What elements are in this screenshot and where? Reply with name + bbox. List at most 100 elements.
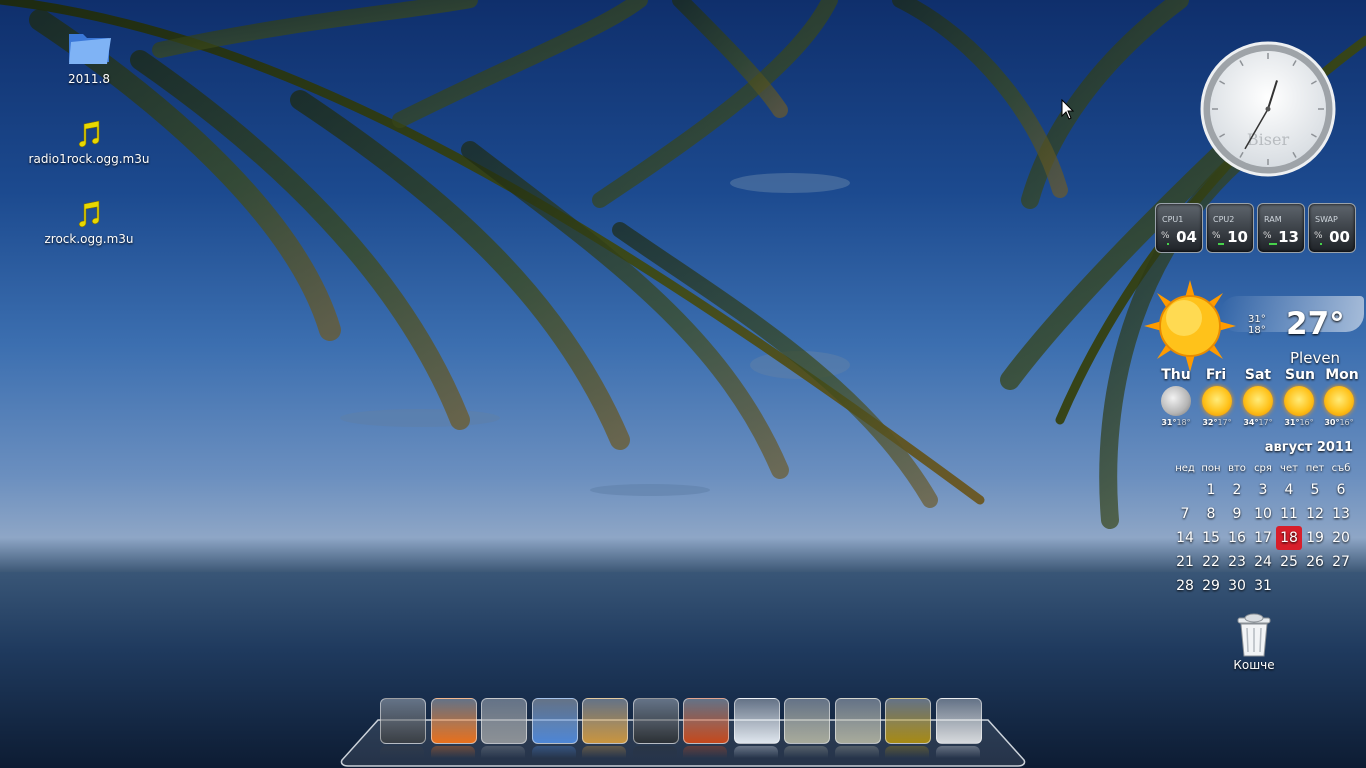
calendar-day[interactable]: 14 <box>1172 526 1198 550</box>
calendar-day[interactable] <box>1328 574 1354 598</box>
calendar-day[interactable] <box>1276 574 1302 598</box>
window-list-icon[interactable] <box>632 698 679 744</box>
meter-cpu1[interactable]: CPU1 % 04 <box>1155 203 1203 253</box>
calendar-weekday: пет <box>1305 463 1325 474</box>
paint-palette-icon[interactable] <box>582 698 628 744</box>
forecast-low: 17° <box>1258 418 1273 427</box>
calendar-week-row: 7 8 9 10 11 12 13 <box>1172 502 1358 526</box>
calendar-weekday: пон <box>1201 463 1221 474</box>
weather-widget[interactable]: 31° 18° 27° Pleven Thu Fri Sat Sun Mon 3… <box>1140 280 1364 440</box>
forecast-low: 17° <box>1217 418 1232 427</box>
calendar-day[interactable]: 9 <box>1224 502 1250 526</box>
calendar-day[interactable]: 16 <box>1224 526 1250 550</box>
desktop-icon-playlist-zrock[interactable]: zrock.ogg.m3u <box>24 198 154 246</box>
dock-icon-reflection <box>733 746 778 758</box>
firefox-icon[interactable] <box>430 698 477 744</box>
calendar-day[interactable]: 17 <box>1250 526 1276 550</box>
forecast-high: 32° <box>1202 418 1218 427</box>
forecast-high: 30° <box>1324 418 1340 427</box>
trash-icon <box>1237 613 1271 657</box>
calendar-day[interactable]: 4 <box>1276 478 1302 502</box>
meter-bar <box>1167 243 1169 245</box>
calendar-day[interactable]: 1 <box>1198 478 1224 502</box>
forecast-low: 18° <box>1176 418 1191 427</box>
calendar-weekday: нед <box>1175 463 1195 474</box>
calendar-day[interactable]: 11 <box>1276 502 1302 526</box>
dock-icon-reflection <box>531 746 576 758</box>
meter-value: 00 <box>1329 228 1350 246</box>
calendar-day[interactable]: 29 <box>1198 574 1224 598</box>
system-monitor-icon[interactable] <box>733 698 780 744</box>
calendar-day[interactable]: 26 <box>1302 550 1328 574</box>
calendar-day[interactable]: 31 <box>1250 574 1276 598</box>
calendar-weekday: чет <box>1280 463 1298 474</box>
meter-cpu2[interactable]: CPU2 % 10 <box>1206 203 1254 253</box>
calendar-weekday-row: нед пон вто сря чет пет съб <box>1172 460 1358 478</box>
calendar-day[interactable] <box>1172 478 1198 502</box>
pidgin-icon[interactable] <box>531 698 578 744</box>
calendar-day[interactable]: 2 <box>1224 478 1250 502</box>
calendar-day[interactable]: 3 <box>1250 478 1276 502</box>
calendar-day[interactable]: 12 <box>1302 502 1328 526</box>
forecast-low: 16° <box>1299 418 1314 427</box>
forecast-range: 32°17° <box>1194 418 1240 427</box>
forecast-high: 31° <box>1161 418 1177 427</box>
weather-current-temp: 27° <box>1286 306 1345 342</box>
meter-label: CPU1 <box>1162 215 1184 224</box>
weather-city: Pleven <box>1290 349 1341 367</box>
calendar-widget[interactable]: август 2011 нед пон вто сря чет пет съб … <box>1172 440 1358 598</box>
downloads-folder-icon[interactable] <box>834 698 881 744</box>
sun-icon <box>1324 386 1354 416</box>
calendar-day[interactable]: 28 <box>1172 574 1198 598</box>
ubuntu-software-icon[interactable] <box>683 698 729 744</box>
calendar-day[interactable]: 20 <box>1328 526 1354 550</box>
calendar-day[interactable]: 23 <box>1224 550 1250 574</box>
calendar-day[interactable]: 19 <box>1302 526 1328 550</box>
calendar-day[interactable]: 15 <box>1198 526 1224 550</box>
meter-bar <box>1320 243 1322 245</box>
calendar-day[interactable]: 30 <box>1224 574 1250 598</box>
image-viewer-icon[interactable] <box>885 698 931 744</box>
meter-value: 10 <box>1227 228 1248 246</box>
calendar-day[interactable]: 27 <box>1328 550 1354 574</box>
calendar-day[interactable]: 10 <box>1250 502 1276 526</box>
analog-clock-widget[interactable]: Biser <box>1200 41 1336 177</box>
calendar-day[interactable]: 24 <box>1250 550 1276 574</box>
dock-icon-reflection <box>632 746 677 758</box>
calendar-week-row: 1 2 3 4 5 6 <box>1172 478 1358 502</box>
calendar-day[interactable]: 7 <box>1172 502 1198 526</box>
desktop-icon-folder[interactable]: 2011.8 <box>24 22 154 86</box>
power-icon[interactable] <box>935 698 982 744</box>
meter-ram[interactable]: RAM % 13 <box>1257 203 1305 253</box>
forecast-high: 34° <box>1243 418 1259 427</box>
calendar-week-row: 21 22 23 24 25 26 27 <box>1172 550 1358 574</box>
forecast-low: 16° <box>1339 418 1354 427</box>
calendar-day[interactable] <box>1302 574 1328 598</box>
trash-icon-desktop[interactable]: Кошче <box>1214 612 1294 672</box>
terminal-icon[interactable] <box>380 698 426 744</box>
forecast-day: Sun <box>1284 367 1316 383</box>
calendar-day[interactable]: 6 <box>1328 478 1354 502</box>
sun-icon <box>1144 280 1236 372</box>
meter-bar <box>1269 243 1277 245</box>
calendar-day[interactable]: 13 <box>1328 502 1354 526</box>
calendar-day[interactable]: 25 <box>1276 550 1302 574</box>
calendar-day[interactable]: 18 <box>1276 526 1302 550</box>
dock-icon-reflection <box>784 746 828 758</box>
music-note-icon <box>78 200 100 228</box>
meter-label: CPU2 <box>1213 215 1235 224</box>
documents-folder-icon[interactable] <box>784 698 830 744</box>
desktop-icon-playlist-radio1rock[interactable]: radio1rock.ogg.m3u <box>24 118 154 166</box>
meter-swap[interactable]: SWAP % 00 <box>1308 203 1356 253</box>
calendar-day[interactable]: 8 <box>1198 502 1224 526</box>
calculator-icon[interactable] <box>481 698 527 744</box>
calendar-day[interactable]: 22 <box>1198 550 1224 574</box>
system-monitor-widget: CPU1 % 04 CPU2 % 10 RAM % 13 SWAP % 00 <box>1155 203 1360 253</box>
dock <box>338 690 1028 768</box>
calendar-day[interactable]: 21 <box>1172 550 1198 574</box>
dock-icon-reflection <box>885 746 929 758</box>
sun-icon <box>1243 386 1273 416</box>
moon-icon <box>1161 386 1191 416</box>
calendar-day[interactable]: 5 <box>1302 478 1328 502</box>
folder-icon <box>69 34 111 64</box>
